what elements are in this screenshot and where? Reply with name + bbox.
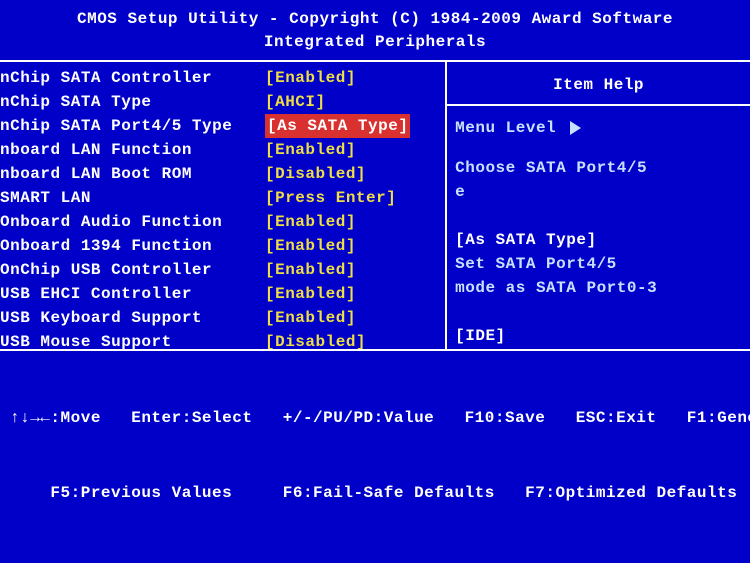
menu-level-label: Menu Level — [455, 116, 556, 140]
footer-line2: F5:Previous Values F6:Fail-Safe Defaults… — [10, 481, 740, 506]
setting-label: nChip SATA Port4/5 Type — [0, 114, 265, 138]
setting-row[interactable]: USB EHCI Controller[Enabled] — [0, 282, 439, 306]
setting-label: Onboard 1394 Function — [0, 234, 265, 258]
bios-screen: CMOS Setup Utility - Copyright (C) 1984-… — [0, 0, 750, 563]
help-ide-heading: [IDE] — [455, 324, 742, 348]
setting-label: USB EHCI Controller — [0, 282, 265, 306]
setting-row[interactable]: nChip SATA Controller[Enabled] — [0, 66, 439, 90]
help-as-sata-heading: [As SATA Type] — [455, 228, 742, 252]
setting-row[interactable]: nboard LAN Function[Enabled] — [0, 138, 439, 162]
help-as-sata-body: Set SATA Port4/5 mode as SATA Port0-3 — [455, 252, 742, 300]
setting-label: OnChip USB Controller — [0, 258, 265, 282]
setting-label: nChip SATA Controller — [0, 66, 265, 90]
footer: ↑↓→←:Move Enter:Select +/-/PU/PD:Value F… — [0, 349, 750, 563]
setting-value[interactable]: [Enabled] — [265, 210, 356, 234]
setting-value[interactable]: [Disabled] — [265, 330, 366, 348]
setting-row[interactable]: SMART LAN[Press Enter] — [0, 186, 439, 210]
setting-value[interactable]: [Press Enter] — [265, 186, 396, 210]
setting-value[interactable]: [AHCI] — [265, 90, 326, 114]
setting-row[interactable]: Onboard Audio Function[Enabled] — [0, 210, 439, 234]
help-choose: Choose SATA Port4/5 e — [455, 156, 742, 204]
setting-label: Onboard Audio Function — [0, 210, 265, 234]
setting-row[interactable]: OnChip USB Controller[Enabled] — [0, 258, 439, 282]
header-line2: Integrated Peripherals — [0, 31, 750, 54]
chevron-right-icon — [570, 121, 581, 135]
header: CMOS Setup Utility - Copyright (C) 1984-… — [0, 0, 750, 62]
main-area: nChip SATA Controller[Enabled]nChip SATA… — [0, 62, 750, 348]
setting-row[interactable]: nChip SATA Port4/5 Type[As SATA Type] — [0, 114, 439, 138]
setting-value[interactable]: [Enabled] — [265, 66, 356, 90]
footer-line1: ↑↓→←:Move Enter:Select +/-/PU/PD:Value F… — [10, 406, 740, 431]
help-body: Menu Level Choose SATA Port4/5 e [As SAT… — [447, 106, 750, 348]
setting-value[interactable]: [Enabled] — [265, 138, 356, 162]
setting-label: USB Mouse Support — [0, 330, 265, 348]
setting-value[interactable]: [Enabled] — [265, 306, 356, 330]
help-title: Item Help — [447, 62, 750, 106]
help-pane: Item Help Menu Level Choose SATA Port4/5… — [447, 62, 750, 348]
setting-label: USB Keyboard Support — [0, 306, 265, 330]
setting-label: nChip SATA Type — [0, 90, 265, 114]
setting-value[interactable]: [As SATA Type] — [265, 114, 410, 138]
setting-value[interactable]: [Enabled] — [265, 258, 356, 282]
setting-value[interactable]: [Disabled] — [265, 162, 366, 186]
setting-label: nboard LAN Function — [0, 138, 265, 162]
setting-label: SMART LAN — [0, 186, 265, 210]
menu-level-row: Menu Level — [455, 116, 742, 140]
setting-label: nboard LAN Boot ROM — [0, 162, 265, 186]
setting-value[interactable]: [Enabled] — [265, 234, 356, 258]
setting-value[interactable]: [Enabled] — [265, 282, 356, 306]
setting-row[interactable]: Onboard 1394 Function[Enabled] — [0, 234, 439, 258]
setting-row[interactable]: nChip SATA Type[AHCI] — [0, 90, 439, 114]
header-line1: CMOS Setup Utility - Copyright (C) 1984-… — [0, 8, 750, 31]
setting-row[interactable]: USB Mouse Support[Disabled] — [0, 330, 439, 348]
setting-row[interactable]: nboard LAN Boot ROM[Disabled] — [0, 162, 439, 186]
settings-pane[interactable]: nChip SATA Controller[Enabled]nChip SATA… — [0, 62, 447, 348]
setting-row[interactable]: USB Keyboard Support[Enabled] — [0, 306, 439, 330]
